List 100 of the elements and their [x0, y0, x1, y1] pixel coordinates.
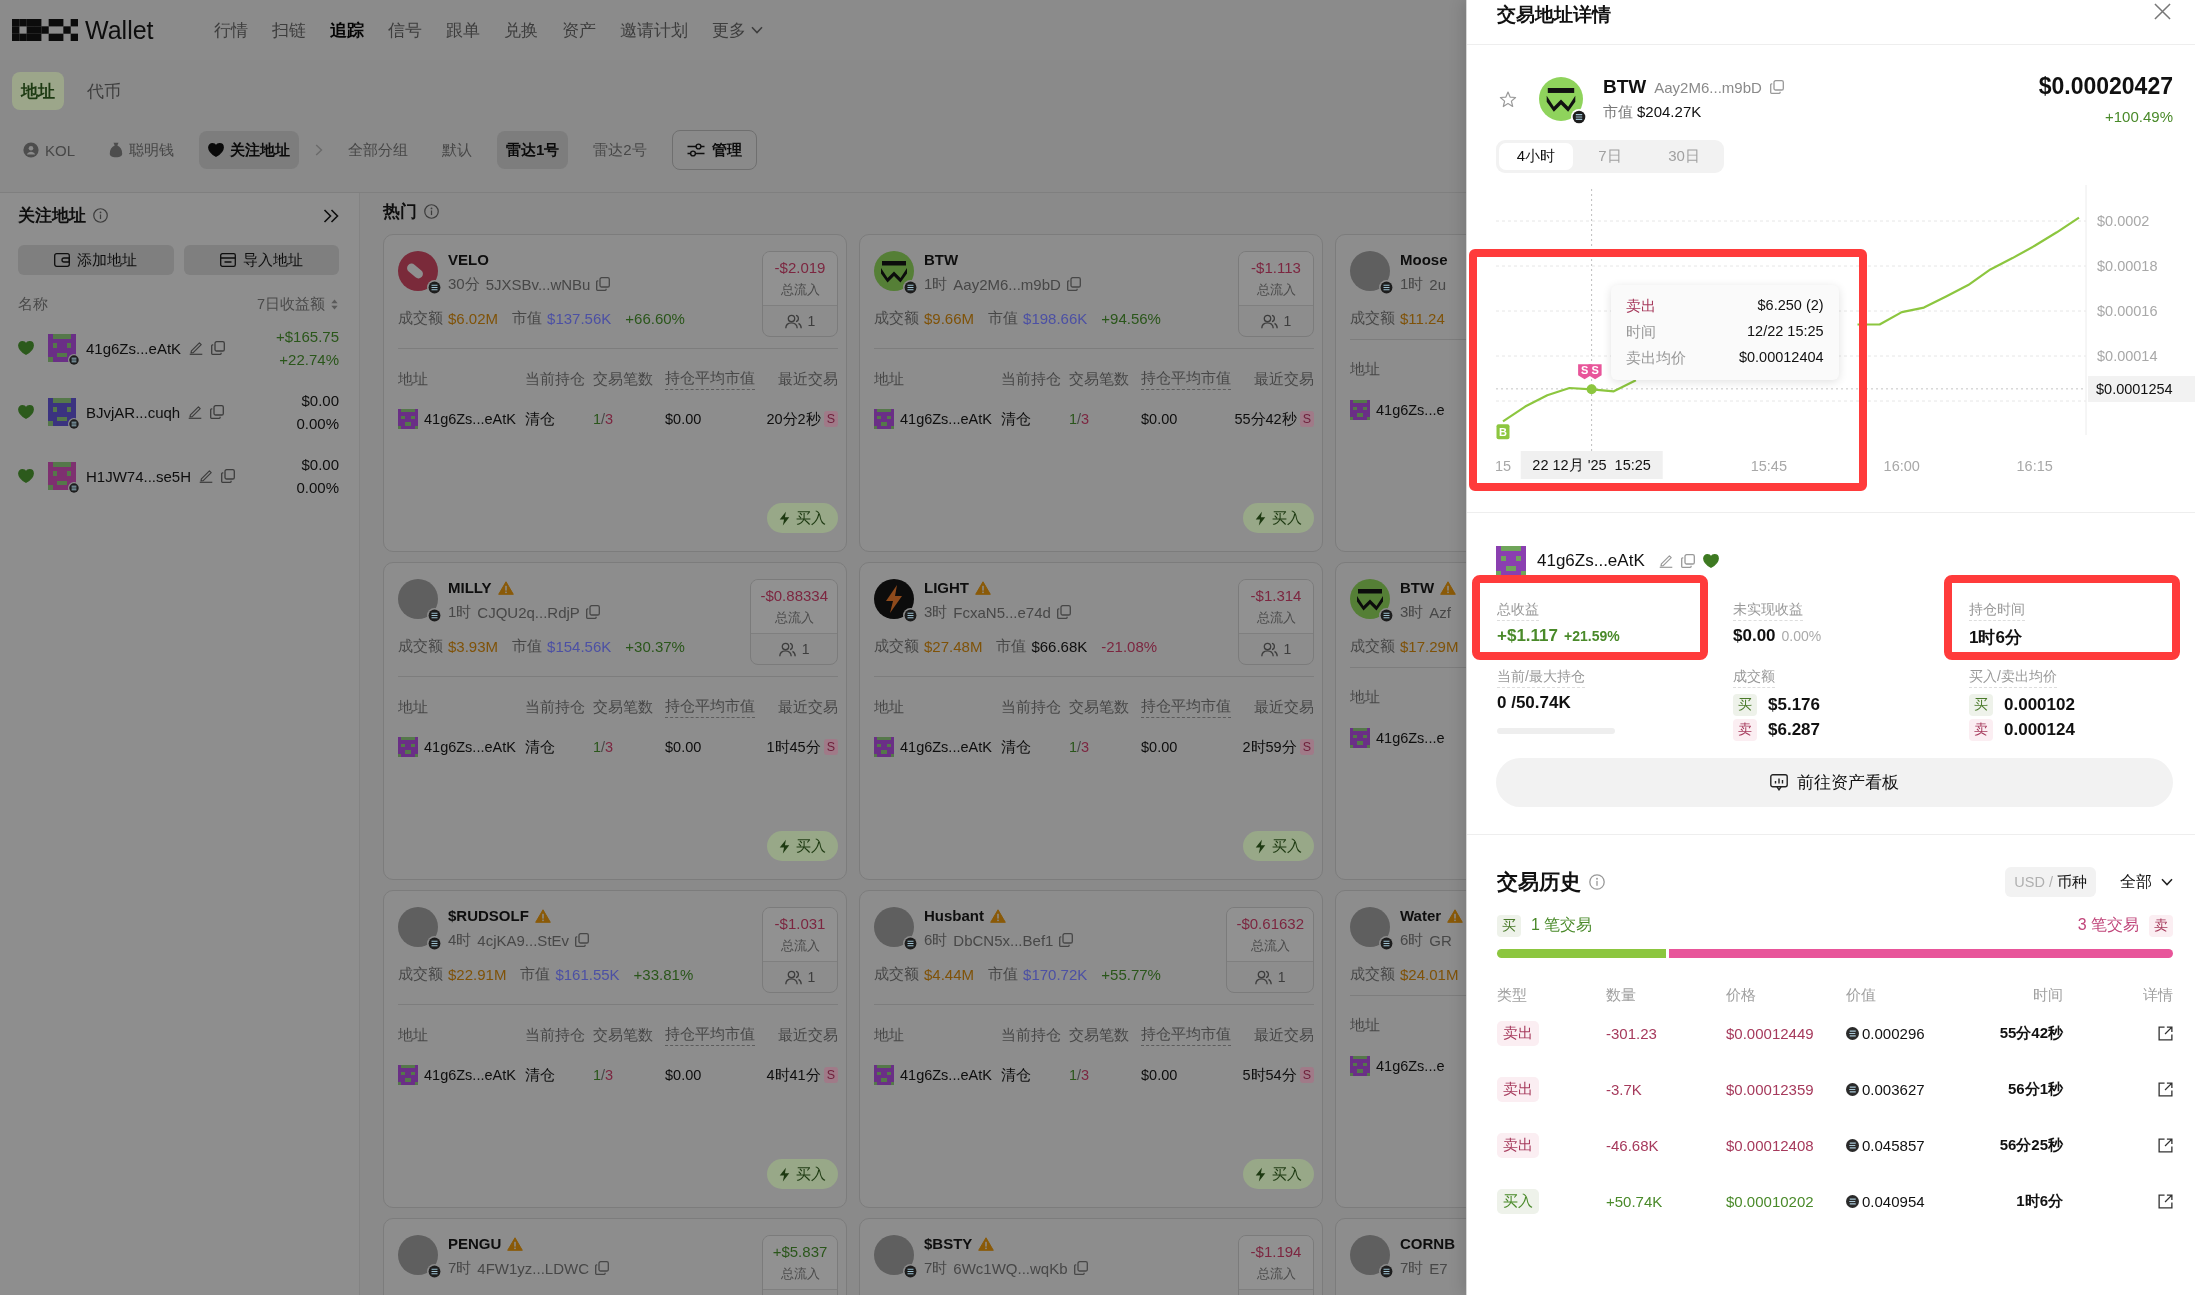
copy-icon[interactable]	[1056, 605, 1071, 619]
column-header[interactable]: 7日收益额	[256, 294, 325, 314]
column-header: 地址	[874, 370, 905, 389]
close-icon[interactable]	[2154, 3, 2171, 20]
nav-link[interactable]: 跟单	[445, 18, 480, 42]
filter-chip[interactable]: 聪明钱	[100, 131, 183, 169]
external-link-icon[interactable]	[2158, 1081, 2173, 1097]
group-chip[interactable]: 默认	[433, 131, 481, 169]
copy-icon[interactable]	[595, 1261, 610, 1275]
heart-icon[interactable]	[18, 469, 34, 483]
sell-marker[interactable]: S	[1588, 363, 1602, 380]
double-chevron-icon[interactable]	[323, 208, 339, 223]
heart-icon[interactable]	[18, 341, 34, 355]
group-chip[interactable]: 全部分组	[339, 131, 417, 169]
external-link-icon[interactable]	[2158, 1025, 2173, 1041]
token-card[interactable]: LIGHT 3时 FcxaN5...e74d 成交额 $27.48M 市值 $66.68K -21.08% -$1.314 总流入 1 地址 当前持仓 交易笔数 持仓平均市值 最近交易 41g6Zs...eAtK 清仓 1/3 $0.00 2时59分 S 买入	[859, 562, 1323, 880]
wallet-address[interactable]: 41g6Zs...e	[1376, 1058, 1445, 1074]
nav-link[interactable]: 追踪	[329, 18, 364, 42]
token-card[interactable]: $RUDSOLF 4时 4cjKA9...StEv 成交额 $22.91M 市值 $161.55K +33.81% -$1.031 总流入 1 地址 当前持仓 交易笔数 持仓平均市值 最近交易 41g6Zs...eAtK 清仓 1/3 $0.00 4时41分 S 买入	[383, 890, 847, 1208]
unit-option[interactable]: 币种	[2057, 872, 2087, 892]
heart-icon[interactable]	[1702, 554, 1719, 568]
filter-dropdown[interactable]: 全部	[2120, 871, 2173, 893]
nav-link[interactable]: 行情	[213, 18, 248, 42]
buy-button[interactable]: 买入	[767, 503, 838, 533]
wallet-address[interactable]: 41g6Zs...eAtK	[900, 1067, 992, 1083]
star-icon[interactable]	[1499, 90, 1517, 108]
buy-button[interactable]: 买入	[767, 1159, 838, 1189]
wallet-address[interactable]: 41g6Zs...e	[1376, 730, 1445, 746]
nav-link[interactable]: 资产	[561, 18, 596, 42]
token-age: 3时	[924, 602, 948, 622]
filter-chip[interactable]: 关注地址	[199, 131, 299, 169]
copy-icon[interactable]	[210, 405, 225, 419]
buy-button[interactable]: 买入	[1243, 503, 1314, 533]
wallet-address[interactable]: H1JW74...se5H	[86, 467, 192, 485]
wallet-address[interactable]: 41g6Zs...eAtK	[86, 339, 182, 357]
copy-icon[interactable]	[211, 341, 226, 355]
sort-icon[interactable]	[330, 297, 339, 311]
nav-link[interactable]: 兑换	[503, 18, 538, 42]
token-card[interactable]: $BSTY 7时 6Wc1WQ...wqKb -$1.194 总流入	[859, 1218, 1323, 1295]
people-icon	[784, 969, 802, 985]
badge-icon	[903, 936, 918, 951]
copy-icon[interactable]	[1073, 1261, 1088, 1275]
copy-icon[interactable]	[1769, 80, 1784, 94]
copy-icon[interactable]	[1680, 554, 1695, 568]
copy-icon[interactable]	[221, 469, 236, 483]
filter-chip[interactable]: KOL	[14, 131, 84, 169]
copy-icon[interactable]	[1059, 933, 1074, 947]
copy-icon[interactable]	[575, 933, 590, 947]
stat-value: 0 /50.74K	[1497, 693, 1572, 713]
nav-link[interactable]: 更多	[711, 18, 763, 42]
nav-link[interactable]: 信号	[387, 18, 422, 42]
net-flow-value: -$1.314	[1250, 587, 1302, 604]
wallet-address[interactable]: 41g6Zs...e	[1376, 402, 1445, 418]
external-link-icon[interactable]	[2158, 1137, 2173, 1153]
add-address-button[interactable]: 添加地址	[18, 245, 174, 275]
badge-icon	[427, 936, 442, 951]
pencil-icon[interactable]	[189, 341, 204, 355]
volume-value: $24.01M	[1400, 966, 1459, 983]
copy-icon[interactable]	[585, 605, 600, 619]
nav-link[interactable]: 扫链	[271, 18, 306, 42]
buy-button[interactable]: 买入	[1243, 1159, 1314, 1189]
column-header: 交易笔数	[1069, 698, 1130, 717]
token-card[interactable]: VELO 30分 5JXSBv...wNBu 成交额 $6.02M 市值 $137.56K +66.60% -$2.019 总流入 1 地址 当前持仓 交易笔数 持仓平均市值 最近交易 41g6Zs...eAtK 清仓 1/3 $0.00 20分2秒 S 买入	[383, 234, 847, 552]
pencil-icon[interactable]	[188, 405, 203, 419]
wallet-address[interactable]: 41g6Zs...eAtK	[900, 411, 992, 427]
wallet-address[interactable]: 41g6Zs...eAtK	[424, 739, 516, 755]
external-link-icon[interactable]	[2158, 1193, 2173, 1209]
wallet-address[interactable]: BJvjAR...cuqh	[86, 403, 181, 421]
group-chip[interactable]: 雷达1号	[497, 131, 569, 169]
position-status: 清仓	[1001, 1065, 1032, 1085]
heart-icon[interactable]	[18, 405, 34, 419]
token-card[interactable]: MILLY 1时 CJQU2q...RdjP 成交额 $3.93M 市值 $154.56K +30.37% -$0.88334 总流入 1 地址 当前持仓 交易笔数 持仓平均市值 最近交易 41g6Zs...eAtK 清仓 1/3 $0.00 1时45分 S 买入	[383, 562, 847, 880]
token-card[interactable]: BTW 1时 Aay2M6...m9bD 成交额 $9.66M 市值 $198.66K +94.56% -$1.113 总流入 1 地址 当前持仓 交易笔数 持仓平均市值 最近交易 41g6Zs...eAtK 清仓 1/3 $0.00 55分42秒 S 买入	[859, 234, 1323, 552]
avatar-photo-icon	[1350, 1235, 1390, 1275]
token-name: Moose	[1400, 251, 1448, 268]
copy-icon[interactable]	[596, 277, 611, 291]
nav-link[interactable]: 邀请计划	[619, 18, 688, 42]
pencil-icon[interactable]	[1658, 554, 1673, 568]
buy-button[interactable]: 买入	[767, 831, 838, 861]
tab[interactable]: 地址	[12, 72, 64, 110]
wallet-address[interactable]: 41g6Zs...eAtK	[900, 739, 992, 755]
timeframe-tab[interactable]: 4小时	[1499, 143, 1573, 170]
token-address: 2u	[1429, 275, 1447, 293]
wallet-address[interactable]: 41g6Zs...eAtK	[1537, 551, 1645, 571]
avatar-photo-icon	[398, 579, 438, 619]
wallet-address[interactable]: 41g6Zs...eAtK	[424, 1067, 516, 1083]
tab[interactable]: 代币	[78, 72, 130, 110]
token-card[interactable]: PENGU 7时 4FW1yz...LDWC +$5.837 总流入	[383, 1218, 847, 1295]
import-address-button[interactable]: 导入地址	[183, 245, 339, 275]
side-tag: S	[1299, 739, 1314, 755]
buy-button[interactable]: 买入	[1243, 831, 1314, 861]
token-card[interactable]: Husbant 6时 DbCN5x...Bef1 成交额 $4.44M 市值 $170.72K +55.77% -$0.61632 总流入 1 地址 当前持仓 交易笔数 持仓平均市值 最近交易 41g6Zs...eAtK 清仓 1/3 $0.00 5时54分 S 买入	[859, 890, 1323, 1208]
stat-label: 持仓时间	[1969, 601, 2025, 621]
pencil-icon[interactable]	[199, 469, 214, 483]
wallet-address[interactable]: 41g6Zs...eAtK	[424, 411, 516, 427]
copy-icon[interactable]	[1066, 277, 1081, 291]
group-chip[interactable]: 雷达2号	[584, 131, 656, 169]
dashboard-button[interactable]: 前往资产看板	[1496, 758, 2173, 807]
token-name: MILLY	[448, 579, 492, 596]
manage-button[interactable]: 管理	[671, 130, 757, 170]
